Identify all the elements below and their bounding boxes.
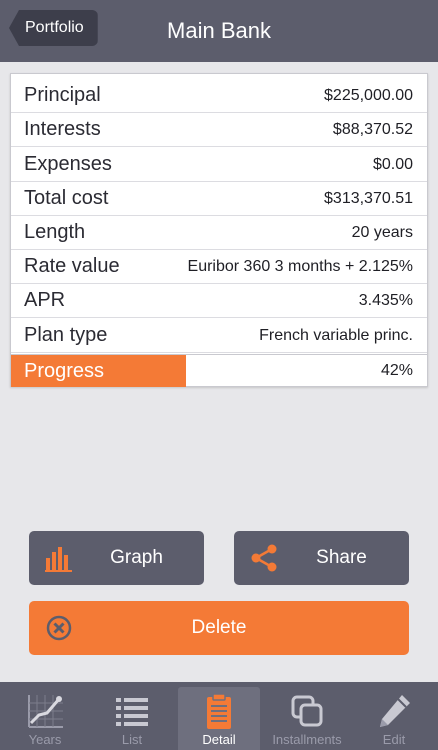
loan-detail-card: Principal $225,000.00 Interests $88,370.… [10, 73, 428, 387]
detail-value: 20 years [351, 223, 413, 241]
detail-value: 3.435% [358, 291, 413, 309]
delete-button[interactable]: Delete [29, 601, 409, 655]
progress-value: 42% [380, 362, 413, 379]
tab-bar: Years List Detail Installments Edit [0, 682, 438, 750]
detail-label: Total cost [24, 187, 109, 209]
bar-chart-icon [45, 547, 72, 572]
tab-installments[interactable]: Installments [264, 682, 350, 750]
detail-label: Expenses [24, 153, 112, 175]
detail-row-rate-value: Rate value Euribor 360 3 months + 2.125% [11, 250, 427, 284]
pencil-icon [380, 695, 410, 727]
progress-label: Progress [24, 359, 105, 382]
detail-row-length: Length 20 years [11, 216, 427, 250]
list-icon [116, 698, 148, 726]
progress-bar: Progress 42% [11, 354, 427, 387]
delete-button-label: Delete [191, 617, 247, 638]
delete-circle-icon [46, 615, 72, 641]
detail-label: Interests [24, 118, 101, 140]
detail-label: Plan type [24, 324, 108, 346]
detail-label: Rate value [24, 255, 120, 277]
tab-detail[interactable]: Detail [178, 687, 260, 750]
detail-label: Principal [24, 84, 101, 106]
tab-label: Years [28, 732, 62, 747]
tab-label: List [121, 732, 143, 747]
tab-edit[interactable]: Edit [352, 682, 436, 750]
detail-label: APR [24, 289, 66, 311]
tab-label: Edit [382, 732, 406, 747]
graph-button[interactable]: Graph [29, 531, 204, 585]
copy-icon [291, 695, 323, 727]
detail-value: $0.00 [372, 155, 413, 173]
detail-value: $225,000.00 [324, 86, 413, 104]
navigation-bar: Portfolio Main Bank [0, 0, 438, 62]
detail-value: $88,370.52 [332, 120, 413, 138]
detail-row-expenses: Expenses $0.00 [11, 148, 427, 182]
tab-list[interactable]: List [90, 682, 174, 750]
clipboard-icon [207, 693, 231, 729]
share-button[interactable]: Share [234, 531, 409, 585]
detail-row-total-cost: Total cost $313,370.51 [11, 182, 427, 216]
line-chart-icon [28, 695, 63, 728]
detail-row-apr: APR 3.435% [11, 284, 427, 318]
detail-row-interests: Interests $88,370.52 [11, 113, 427, 147]
detail-label: Length [24, 221, 86, 243]
share-icon [251, 544, 277, 572]
tab-label: Detail [202, 732, 236, 747]
detail-value: $313,370.51 [324, 189, 413, 207]
page-title: Main Bank [167, 18, 271, 43]
detail-row-plan-type: Plan type French variable princ. [11, 319, 427, 353]
tab-years[interactable]: Years [3, 682, 87, 750]
detail-value: French variable princ. [259, 326, 413, 344]
detail-row-principal: Principal $225,000.00 [11, 79, 427, 113]
detail-value: Euribor 360 3 months + 2.125% [187, 257, 413, 275]
tab-label: Installments [272, 732, 342, 747]
